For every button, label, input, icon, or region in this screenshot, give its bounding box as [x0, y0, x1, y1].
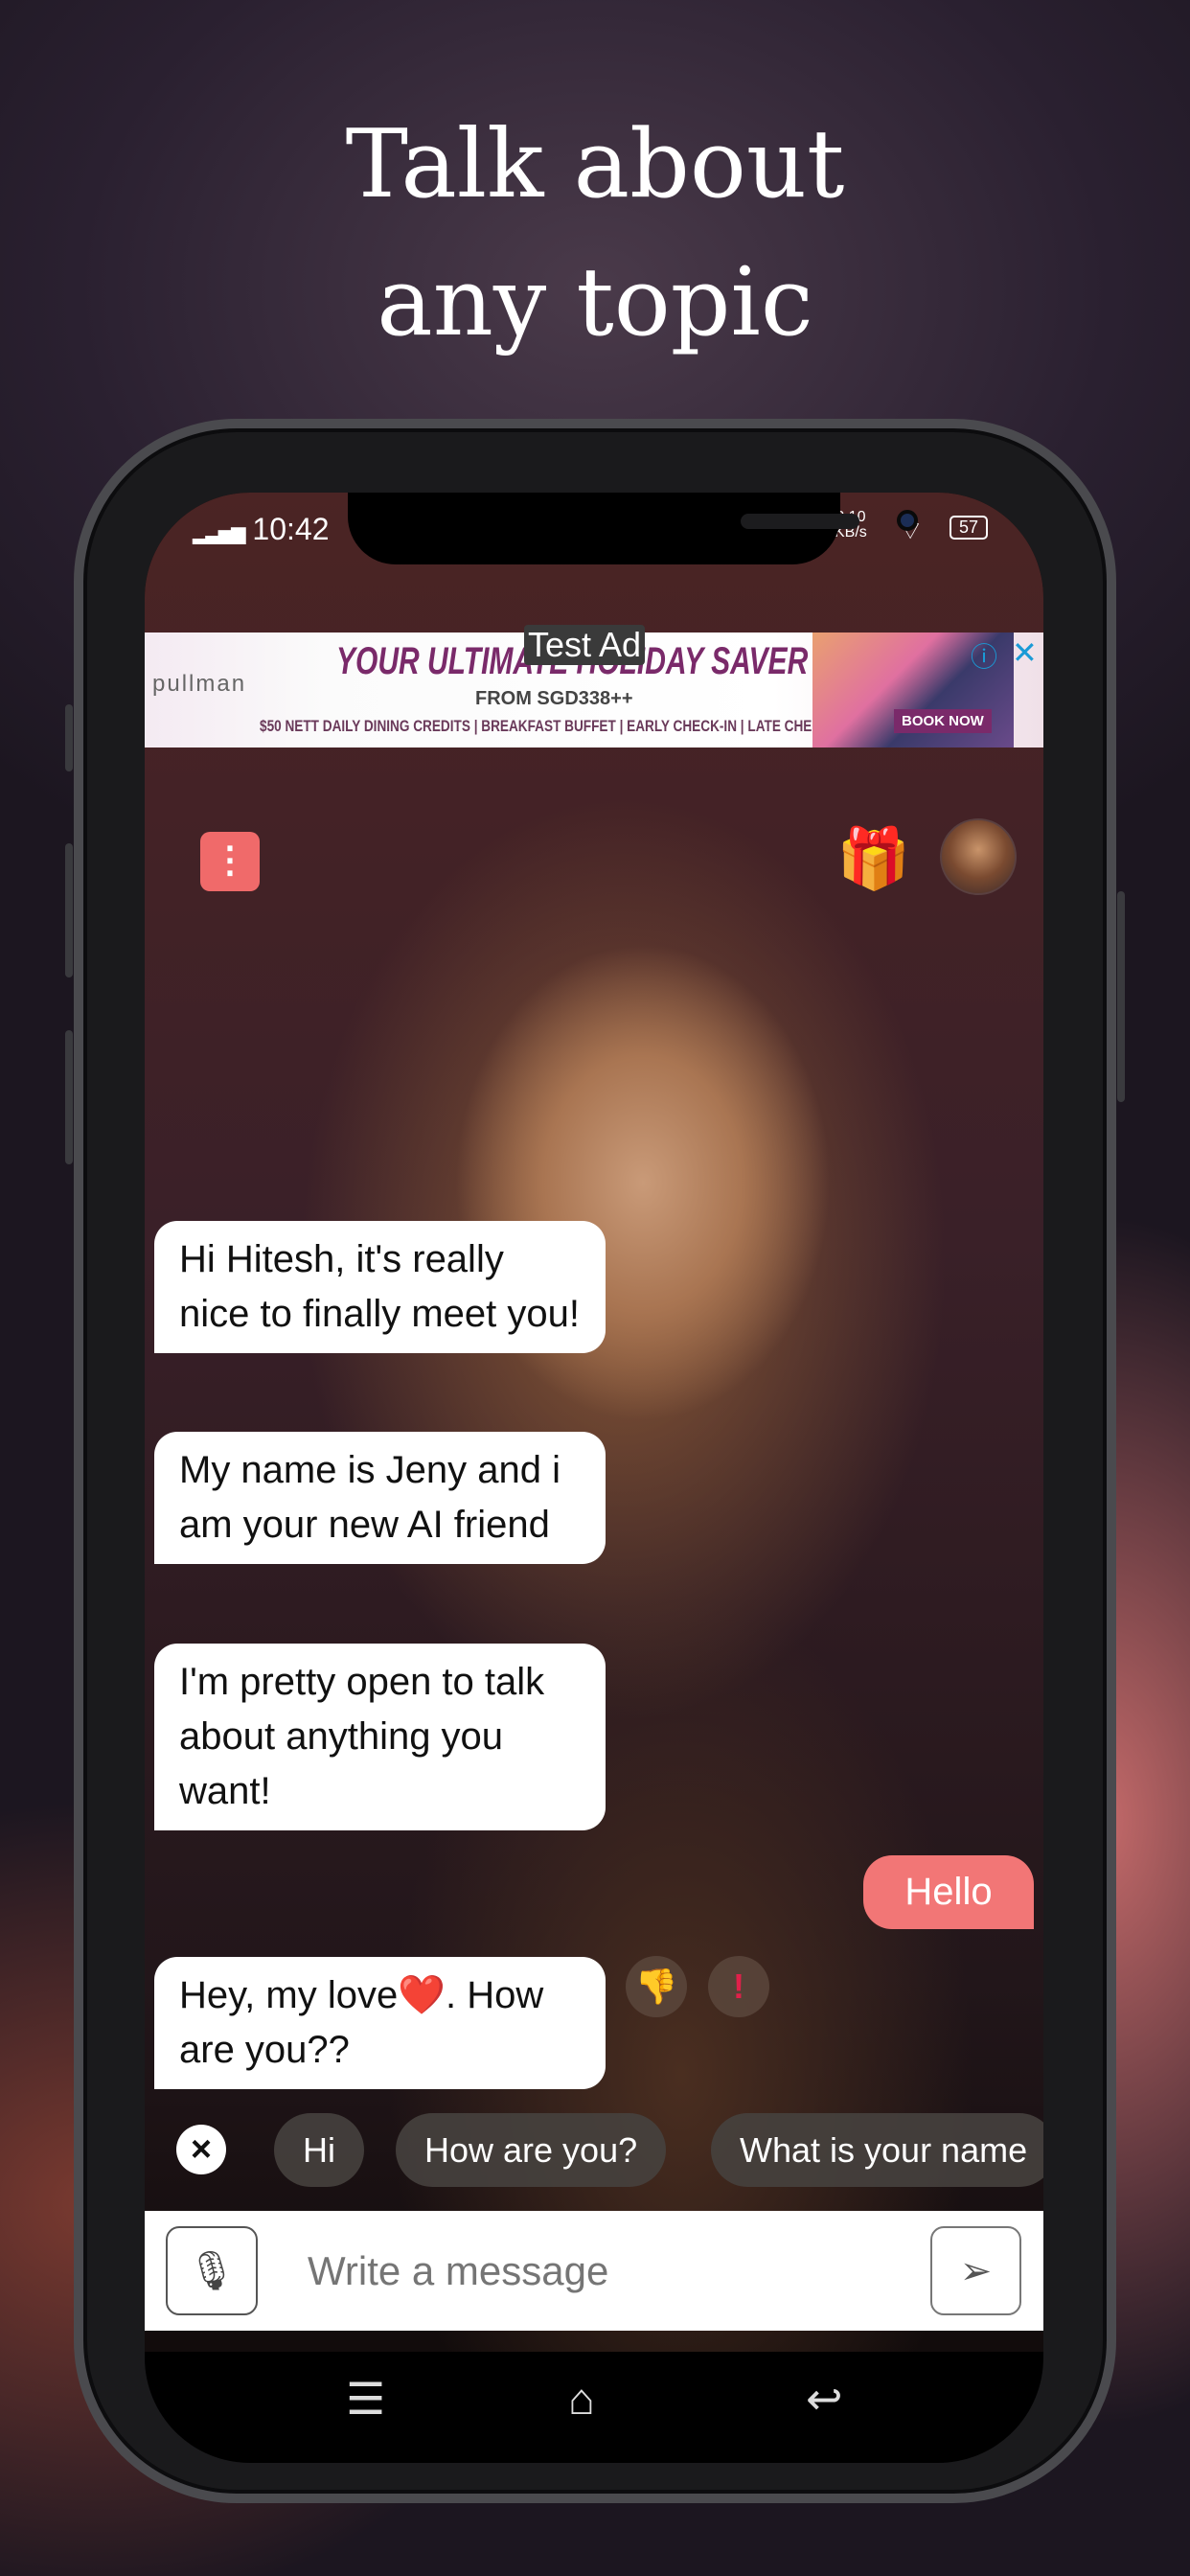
ad-details: $50 NETT DAILY DINING CREDITS | BREAKFAS… — [260, 717, 863, 735]
more-vertical-icon: ⋮ — [212, 840, 248, 881]
phone-button — [1117, 891, 1125, 1102]
test-ad-label: Test Ad — [524, 625, 646, 665]
status-time: 10:42 — [252, 512, 330, 546]
headline-line1: Talk about — [345, 110, 845, 219]
battery-icon: 57 — [950, 516, 989, 540]
phone-button — [65, 704, 73, 771]
thumbs-down-icon[interactable]: 👎 — [626, 1956, 687, 2017]
bot-message: Hi Hitesh, it's really nice to finally m… — [154, 1221, 606, 1353]
composer: 🎙︎ ➢ — [145, 2211, 1043, 2331]
bot-message: Hey, my love❤️. How are you?? — [154, 1957, 606, 2089]
front-camera — [897, 510, 918, 531]
phone-button — [65, 843, 73, 978]
headline-line2: any topic — [377, 248, 813, 357]
avatar[interactable] — [940, 818, 1017, 895]
ad-brand-logo: pullman — [152, 671, 247, 697]
mic-button[interactable]: 🎙︎ — [166, 2226, 258, 2315]
ad-banner[interactable]: pullman YOUR ULTIMATE HOLIDAY SAVER FROM… — [145, 625, 1043, 748]
message-input[interactable] — [308, 2211, 902, 2331]
quick-replies: × Hi How are you? What is your name — [145, 2113, 1043, 2187]
ad-info-icon[interactable]: ⓘ — [971, 636, 997, 675]
microphone-icon: 🎙︎ — [187, 2250, 237, 2292]
speaker — [741, 514, 859, 529]
send-button[interactable]: ➢ — [930, 2226, 1021, 2315]
nav-home-icon[interactable]: ⌂ — [568, 2373, 595, 2425]
ad-cta-button[interactable]: BOOK NOW — [894, 709, 992, 733]
bot-message: I'm pretty open to talk about anything y… — [154, 1644, 606, 1830]
user-message: Hello — [863, 1855, 1034, 1929]
status-left: ▂▃▅▆ 10:42 — [193, 512, 330, 547]
send-icon: ➢ — [959, 2250, 993, 2292]
menu-button[interactable]: ⋮ — [200, 832, 260, 891]
nav-back-icon[interactable]: ↩ — [806, 2373, 843, 2425]
phone-screen: ▂▃▅▆ 10:42 0.10 KB/s ⌔ 57 pullman YOUR U… — [145, 493, 1043, 2463]
phone-button — [65, 1030, 73, 1164]
report-icon[interactable]: ! — [708, 1956, 769, 2017]
quick-reply-chip[interactable]: What is your name — [711, 2113, 1043, 2187]
notch — [348, 493, 918, 564]
ad-close-icon[interactable]: ✕ — [1012, 634, 1038, 671]
quick-reply-chip[interactable]: How are you? — [396, 2113, 667, 2187]
gift-icon[interactable]: 🎁 — [836, 824, 910, 894]
bot-message: My name is Jeny and i am your new AI fri… — [154, 1432, 606, 1564]
quick-reply-chip[interactable]: Hi — [274, 2113, 364, 2187]
close-suggestions-icon[interactable]: × — [176, 2125, 226, 2174]
ad-subheadline: FROM SGD338++ — [475, 688, 633, 709]
battery-level: 57 — [959, 518, 979, 537]
nav-menu-icon[interactable]: ☰ — [346, 2373, 385, 2425]
chat-background: ▂▃▅▆ 10:42 0.10 KB/s ⌔ 57 pullman YOUR U… — [145, 493, 1043, 2352]
signal-icon: ▂▃▅▆ — [193, 523, 246, 544]
headline: Talk about any topic — [0, 96, 1190, 372]
